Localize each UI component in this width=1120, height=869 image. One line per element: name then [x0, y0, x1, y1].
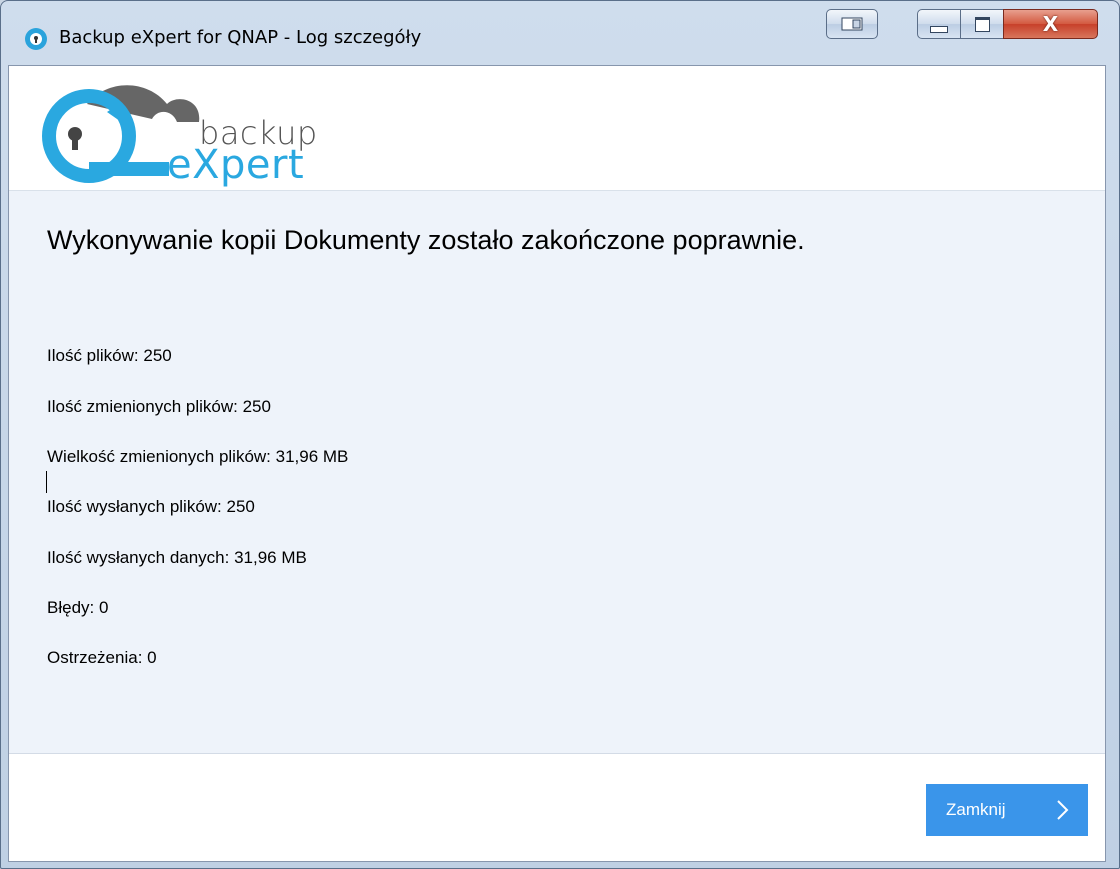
stat-changed-size: Wielkość zmienionych plików: 31,96 MB — [47, 447, 349, 466]
close-button-label: Zamknij — [946, 800, 1006, 819]
close-window-button[interactable]: X — [1003, 9, 1098, 39]
stat-changed-files: Ilość zmienionych plików: 250 — [47, 397, 271, 416]
app-icon — [25, 28, 47, 50]
snap-window-icon — [841, 17, 863, 31]
dialog-client-area: backup eXpert Wykonywanie kopii Dokument… — [8, 65, 1106, 862]
snap-window-button[interactable] — [826, 9, 878, 39]
stat-file-count: Ilość plików: 250 — [47, 346, 172, 365]
maximize-icon — [974, 16, 990, 32]
minimize-icon — [930, 25, 948, 33]
chevron-right-icon — [1057, 800, 1069, 820]
stat-sent-data: Ilość wysłanych danych: 31,96 MB — [47, 548, 307, 567]
minimize-button[interactable] — [917, 9, 961, 39]
dialog-window: Backup eXpert for QNAP - Log szczegóły X — [0, 0, 1120, 869]
backup-expert-logo: backup eXpert — [27, 74, 327, 188]
report-panel: Wykonywanie kopii Dokumenty zostało zako… — [9, 190, 1105, 754]
stat-sent-files: Ilość wysłanych plików: 250 — [47, 497, 255, 516]
result-headline: Wykonywanie kopii Dokumenty zostało zako… — [47, 225, 805, 255]
maximize-button[interactable] — [960, 9, 1004, 39]
close-icon: X — [1042, 12, 1059, 36]
close-button[interactable]: Zamknij — [926, 784, 1088, 836]
header: backup eXpert — [9, 66, 1105, 190]
title-bar[interactable]: Backup eXpert for QNAP - Log szczegóły X — [1, 1, 1119, 65]
text-cursor — [46, 471, 47, 493]
stat-errors: Błędy: 0 — [47, 598, 109, 617]
logo-text-expert: eXpert — [167, 142, 305, 188]
window-title: Backup eXpert for QNAP - Log szczegóły — [59, 27, 422, 48]
stat-warnings: Ostrzeżenia: 0 — [47, 648, 157, 667]
